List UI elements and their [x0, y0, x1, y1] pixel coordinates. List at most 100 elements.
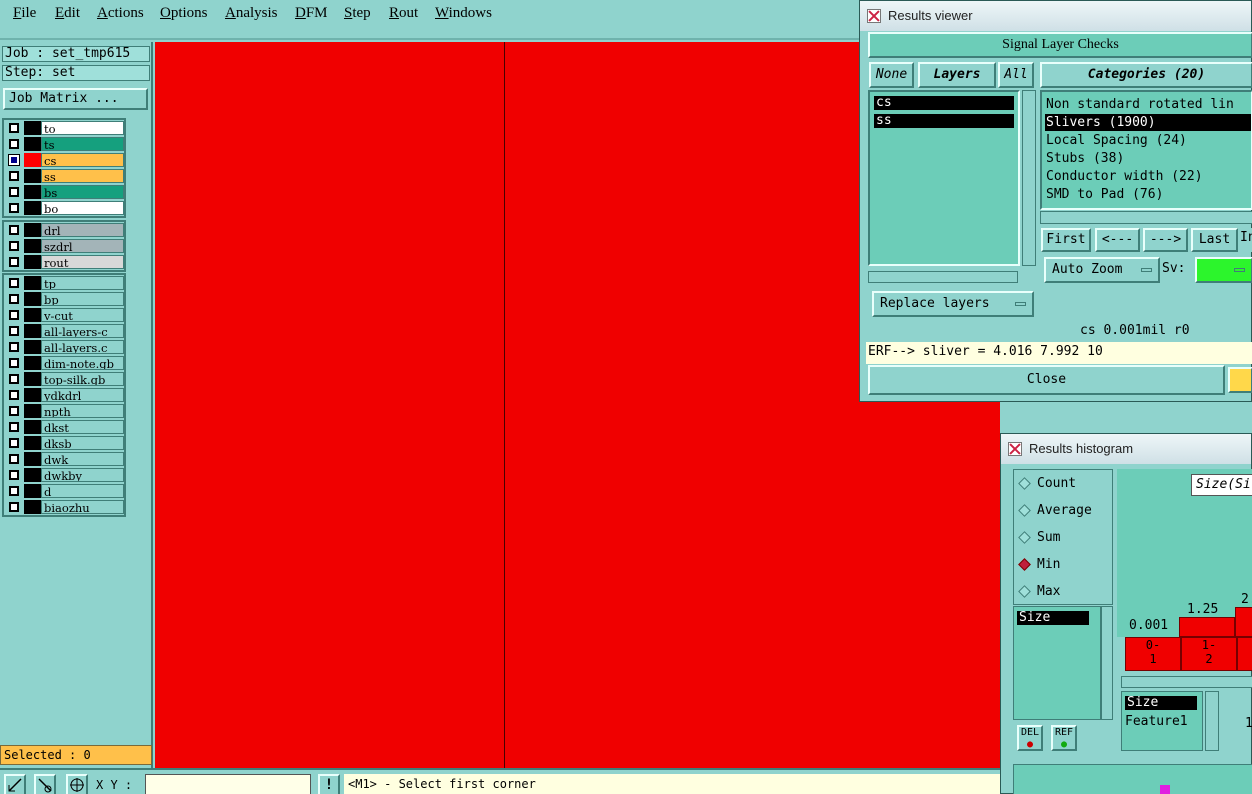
layer-checkbox[interactable] — [9, 390, 19, 400]
layer-name[interactable]: all-layers-c — [41, 324, 124, 338]
previous-button[interactable]: <--- — [1095, 228, 1140, 252]
layer-color-swatch[interactable] — [24, 420, 41, 434]
layer-color-swatch[interactable] — [24, 292, 41, 306]
layer-row[interactable]: cs — [4, 152, 124, 168]
layer-row[interactable]: biaozhu — [4, 499, 124, 515]
list-item[interactable]: ss — [874, 114, 1014, 128]
layer-checkbox[interactable] — [9, 326, 19, 336]
layer-name[interactable]: dim-note.gb — [41, 356, 124, 370]
layer-checkbox[interactable] — [9, 310, 19, 320]
layer-name[interactable]: tp — [41, 276, 124, 290]
min-radio[interactable]: Min — [1018, 557, 1060, 572]
sum-radio[interactable]: Sum — [1018, 530, 1060, 545]
layer-checkbox[interactable] — [9, 342, 19, 352]
replace-layers-dropdown[interactable]: Replace layers — [872, 291, 1034, 317]
menu-actions[interactable]: Actions — [97, 5, 144, 22]
list-item[interactable]: Feature1 — [1125, 714, 1188, 729]
layer-row[interactable]: v-cut — [4, 307, 124, 323]
max-radio[interactable]: Max — [1018, 584, 1060, 599]
grid-icon[interactable] — [66, 774, 88, 794]
layer-row[interactable]: rout — [4, 254, 124, 270]
layer-checkbox[interactable] — [9, 406, 19, 416]
layer-color-swatch[interactable] — [24, 356, 41, 370]
layer-checkbox[interactable] — [9, 139, 19, 149]
menu-analysis[interactable]: Analysis — [225, 5, 278, 22]
list-item[interactable]: Non standard rotated lin — [1045, 96, 1251, 113]
zoom-fit-icon[interactable] — [4, 774, 26, 794]
layer-name[interactable]: all-layers.c — [41, 340, 124, 354]
job-matrix-button[interactable]: Job Matrix ... — [3, 88, 148, 110]
layer-checkbox[interactable] — [9, 294, 19, 304]
menu-file[interactable]: File — [13, 5, 36, 22]
list-item[interactable]: Local Spacing (24) — [1045, 132, 1251, 149]
layer-row[interactable]: bs — [4, 184, 124, 200]
layer-row[interactable]: drl — [4, 222, 124, 238]
layer-row[interactable]: tp — [4, 275, 124, 291]
layer-row[interactable]: d — [4, 483, 124, 499]
menu-windows[interactable]: Windows — [435, 5, 492, 22]
feature-list-scrollbar[interactable] — [1205, 691, 1219, 751]
layer-row[interactable]: dim-note.gb — [4, 355, 124, 371]
layer-checkbox[interactable] — [9, 374, 19, 384]
layer-checkbox[interactable] — [9, 123, 19, 133]
layer-color-swatch[interactable] — [24, 468, 41, 482]
list-item[interactable]: Size — [1017, 611, 1089, 625]
layer-name[interactable]: dkst — [41, 420, 124, 434]
warning-icon[interactable]: ! — [318, 774, 340, 794]
layer-row[interactable]: bp — [4, 291, 124, 307]
list-item[interactable]: Size — [1125, 696, 1197, 710]
layer-checkbox[interactable] — [8, 154, 20, 166]
layer-checkbox[interactable] — [9, 358, 19, 368]
layer-checkbox[interactable] — [9, 502, 19, 512]
bin-button[interactable] — [1237, 637, 1252, 671]
layer-name[interactable]: cs — [41, 153, 124, 167]
layer-checkbox[interactable] — [9, 241, 19, 251]
layer-checkbox[interactable] — [9, 203, 19, 213]
layers-hscrollbar[interactable] — [868, 271, 1018, 283]
layer-row[interactable]: ss — [4, 168, 124, 184]
layer-name[interactable]: ts — [41, 137, 124, 151]
layer-row[interactable]: dkst — [4, 419, 124, 435]
layer-row[interactable]: dwk — [4, 451, 124, 467]
layer-row[interactable]: to — [4, 120, 124, 136]
bin-button[interactable]: 0- 1 — [1125, 637, 1181, 671]
in-button[interactable]: In — [1240, 228, 1252, 252]
layer-checkbox[interactable] — [9, 225, 19, 235]
layer-row[interactable]: bo — [4, 200, 124, 216]
menu-edit[interactable]: Edit — [55, 5, 80, 22]
attribute-scrollbar[interactable] — [1101, 606, 1113, 720]
layer-checkbox[interactable] — [9, 486, 19, 496]
layer-color-swatch[interactable] — [24, 340, 41, 354]
layer-name[interactable]: dksb — [41, 436, 124, 450]
menu-step[interactable]: Step — [344, 5, 371, 22]
layer-name[interactable]: bo — [41, 201, 124, 215]
layers-scrollbar[interactable] — [1022, 90, 1036, 266]
histogram-hscrollbar[interactable] — [1121, 676, 1252, 688]
layer-checkbox[interactable] — [9, 470, 19, 480]
layer-checkbox[interactable] — [9, 278, 19, 288]
extra-icon[interactable] — [1228, 367, 1252, 393]
layer-name[interactable]: szdrl — [41, 239, 124, 253]
layer-name[interactable]: v-cut — [41, 308, 124, 322]
next-button[interactable]: ---> — [1143, 228, 1188, 252]
layer-row[interactable]: all-layers-c — [4, 323, 124, 339]
layer-color-swatch[interactable] — [24, 185, 41, 199]
layer-name[interactable]: top-silk.gb — [41, 372, 124, 386]
layer-checkbox[interactable] — [9, 422, 19, 432]
last-button[interactable]: Last — [1191, 228, 1238, 252]
menu-rout[interactable]: Rout — [389, 5, 418, 22]
del-button[interactable]: DEL ● — [1017, 725, 1043, 751]
layer-name[interactable]: npth — [41, 404, 124, 418]
layer-row[interactable]: ts — [4, 136, 124, 152]
none-button[interactable]: None — [869, 62, 914, 88]
layer-name[interactable]: rout — [41, 255, 124, 269]
layer-name[interactable]: biaozhu — [41, 500, 124, 514]
list-item[interactable]: Stubs (38) — [1045, 150, 1251, 167]
layer-row[interactable]: szdrl — [4, 238, 124, 254]
average-radio[interactable]: Average — [1018, 503, 1092, 518]
list-item[interactable]: Conductor width (22) — [1045, 168, 1251, 185]
layer-checkbox[interactable] — [9, 257, 19, 267]
list-item[interactable]: Slivers (1900) — [1045, 114, 1251, 131]
histogram-bar[interactable] — [1235, 607, 1252, 637]
layer-name[interactable]: bs — [41, 185, 124, 199]
